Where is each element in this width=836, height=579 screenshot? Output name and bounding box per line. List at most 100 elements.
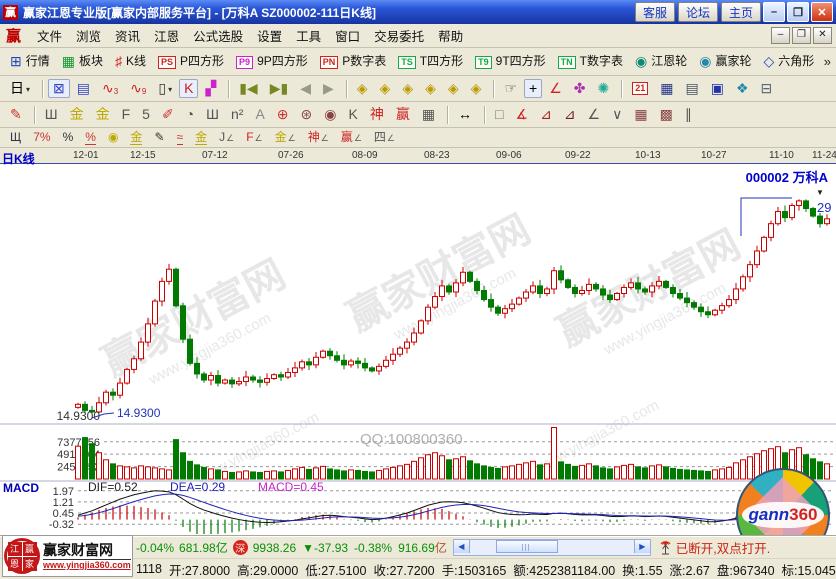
9p-square-button[interactable]: P99P四方形 [231,52,313,71]
child-restore-button[interactable]: ❐ [792,27,811,44]
five-fence-button[interactable]: 5 [137,105,155,124]
pen-tool-button[interactable]: ✎ [5,105,27,124]
gold-circle-button[interactable]: ◉ [103,129,123,146]
next-page-button[interactable]: ▶ [318,79,339,98]
scroll-left-arrow[interactable]: ◀ [454,540,470,553]
win-angle-button[interactable]: 赢∠ [336,129,367,146]
gold-fence-1-button[interactable]: 金 [65,105,89,124]
gold-angle-button[interactable]: 金∠ [270,129,301,146]
square-grid-1-button[interactable]: ▦ [629,105,652,124]
menu-item-4[interactable]: 公式选股 [186,24,250,47]
gold-line-button[interactable]: 金 [125,129,147,147]
k-mark-button[interactable]: K [343,105,362,124]
hand-tool-button[interactable]: ☞ [499,79,522,98]
chart-window-button[interactable]: ⊠ [48,79,70,98]
menu-item-6[interactable]: 工具 [289,24,328,47]
four-angle-button[interactable]: 四∠ [369,129,400,146]
pen-ruler-button[interactable]: ✎ [149,129,169,146]
angle-lines-button[interactable]: ∠ [583,105,606,124]
service-button[interactable]: 客服 [635,2,675,22]
menu-item-8[interactable]: 交易委托 [367,24,431,47]
compass-tool-button[interactable]: ⊕ [272,105,294,124]
gold-underline-button[interactable]: 金 [190,129,212,147]
9t-square-button[interactable]: T99T四方形 [470,52,551,71]
quotes-button[interactable]: ⊞行情 [5,52,55,71]
child-minimize-button[interactable]: – [771,27,790,44]
restore-button[interactable]: ❐ [787,2,809,22]
calculator-button[interactable]: ▦ [655,79,678,98]
diamond-in-button[interactable]: ◈ [420,79,441,98]
spiral-box-button[interactable]: ◉ [319,105,341,124]
diamond-right-button[interactable]: ◈ [375,79,396,98]
parallel-lines-button[interactable]: ∥ [680,105,697,124]
win-tool-button[interactable]: 赢 [391,105,415,124]
spiral-tool-button[interactable]: ✺ [592,79,614,98]
menu-item-5[interactable]: 设置 [250,24,289,47]
prev-page-button[interactable]: ◀ [295,79,316,98]
wave-band-button[interactable]: ≈ [172,129,189,147]
close-button[interactable]: ✕ [811,2,833,22]
print-button[interactable]: ⊟ [756,79,778,98]
wave-9-button[interactable]: ∿9 [125,79,151,98]
period-daily-dropdown[interactable]: 日▾ [5,79,35,98]
square-grid-2-button[interactable]: ▩ [655,105,678,124]
diamond-all-button[interactable]: ◈ [466,79,487,98]
menu-item-0[interactable]: 文件 [30,24,69,47]
winner-wheel-button[interactable]: ◉赢家轮 [694,52,756,71]
t-number-table-button[interactable]: TNT数字表 [553,52,628,71]
info-panel-button[interactable]: ▤ [72,79,95,98]
hexagon-button[interactable]: ◇六角形 [758,52,819,71]
pattern-tool-button[interactable]: ✤ [569,79,591,98]
horizontal-scrollbar[interactable]: ◀ ▶ [453,539,651,556]
toolbar-overflow-button[interactable]: » [824,54,831,69]
box-fan-1-button[interactable]: ⊿ [535,105,557,124]
kline-mode-button[interactable]: K [179,79,198,98]
grid-fence-button[interactable]: Ш [40,105,63,124]
fence-tool-button[interactable]: Ш [201,105,224,124]
wheel-tool-button[interactable]: ⊛ [296,105,318,124]
scroll-right-arrow[interactable]: ▶ [634,540,650,553]
save-button[interactable]: ▣ [706,79,729,98]
brush-tool-button[interactable]: ✐ [157,105,179,124]
n2-tool-button[interactable]: n² [226,105,248,124]
child-close-button[interactable]: ✕ [813,27,832,44]
box-fan-2-button[interactable]: ⊿ [559,105,581,124]
color-chart-button[interactable]: ▞ [200,79,221,98]
gann-fan-button[interactable]: ∡ [511,105,534,124]
calendar-button[interactable]: 21 [627,80,653,97]
j-angle-button[interactable]: J∠ [214,129,239,146]
shen-tool-button[interactable]: 神 [365,105,389,124]
sectors-button[interactable]: ▦板块 [57,52,108,71]
wave-3-button[interactable]: ∿3 [97,79,123,98]
clock-tool-button[interactable]: ◔ [181,105,199,124]
width-measure-button[interactable]: ↔ [453,105,477,124]
box-tool-button[interactable]: □ [490,105,508,124]
percent-button[interactable]: % [58,129,79,146]
candle-style-dropdown[interactable]: ▯▾ [153,79,177,98]
chart-canvas[interactable]: 赢家财富网www.yingjia360.com赢家财富网www.yingjia3… [0,164,836,536]
gann-wheel-button[interactable]: ◉江恩轮 [630,52,692,71]
percent-7-button[interactable]: 7% [28,129,55,146]
shen-angle-button[interactable]: 神∠ [303,129,334,146]
menu-item-3[interactable]: 江恩 [147,24,186,47]
a-marker-button[interactable]: A [250,105,269,124]
notes-button[interactable]: ▤ [680,79,703,98]
minimize-button[interactable]: – [763,2,785,22]
gold-fence-2-button[interactable]: 金 [91,105,115,124]
v-lines-button[interactable]: ∨ [607,105,627,124]
diamond-out-button[interactable]: ◈ [443,79,464,98]
p-square-button[interactable]: PSP四方形 [153,52,229,71]
f-angle-button[interactable]: F∠ [241,129,267,146]
menu-item-7[interactable]: 窗口 [328,24,367,47]
diamond-h-button[interactable]: ◈ [397,79,418,98]
diamond-left-button[interactable]: ◈ [352,79,373,98]
ratio-fence-button[interactable]: Щ [5,129,26,146]
percent-line-button[interactable]: % [80,129,101,147]
forum-button[interactable]: 论坛 [678,2,718,22]
p-number-table-button[interactable]: PNP数字表 [315,52,392,71]
kline-button[interactable]: ♯K线 [110,52,151,71]
first-page-button[interactable]: ▮◀ [234,79,262,98]
t-square-button[interactable]: TST四方形 [393,52,468,71]
menu-item-2[interactable]: 资讯 [108,24,147,47]
angle-line-button[interactable]: ∠ [544,79,567,98]
